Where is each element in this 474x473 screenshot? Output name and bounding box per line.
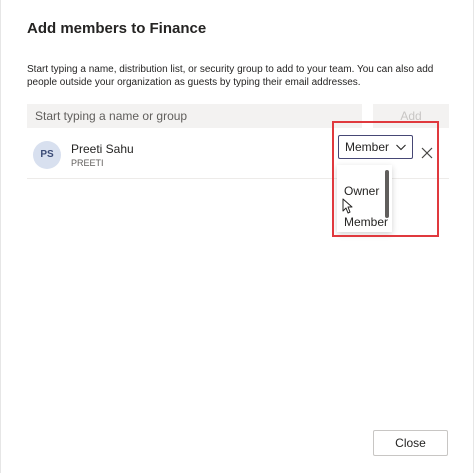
- role-option-member[interactable]: Member: [344, 215, 388, 229]
- role-select-value: Member: [345, 140, 390, 154]
- search-input[interactable]: [27, 104, 362, 128]
- close-icon[interactable]: [421, 147, 433, 159]
- role-option-owner[interactable]: Owner: [344, 184, 379, 198]
- dialog-title: Add members to Finance: [27, 20, 207, 37]
- add-button[interactable]: Add: [373, 104, 449, 128]
- role-select[interactable]: Member: [338, 135, 413, 159]
- chevron-down-icon: [396, 144, 406, 151]
- add-members-dialog: Add members to Finance Start typing a na…: [0, 0, 474, 473]
- mouse-pointer-icon: [342, 198, 353, 214]
- avatar: PS: [33, 141, 61, 169]
- close-button[interactable]: Close: [373, 430, 448, 456]
- member-name: Preeti Sahu: [71, 142, 134, 156]
- dialog-description: Start typing a name, distribution list, …: [27, 64, 434, 88]
- dropdown-scrollbar[interactable]: [385, 170, 389, 218]
- member-subtitle: PREETI: [71, 158, 104, 168]
